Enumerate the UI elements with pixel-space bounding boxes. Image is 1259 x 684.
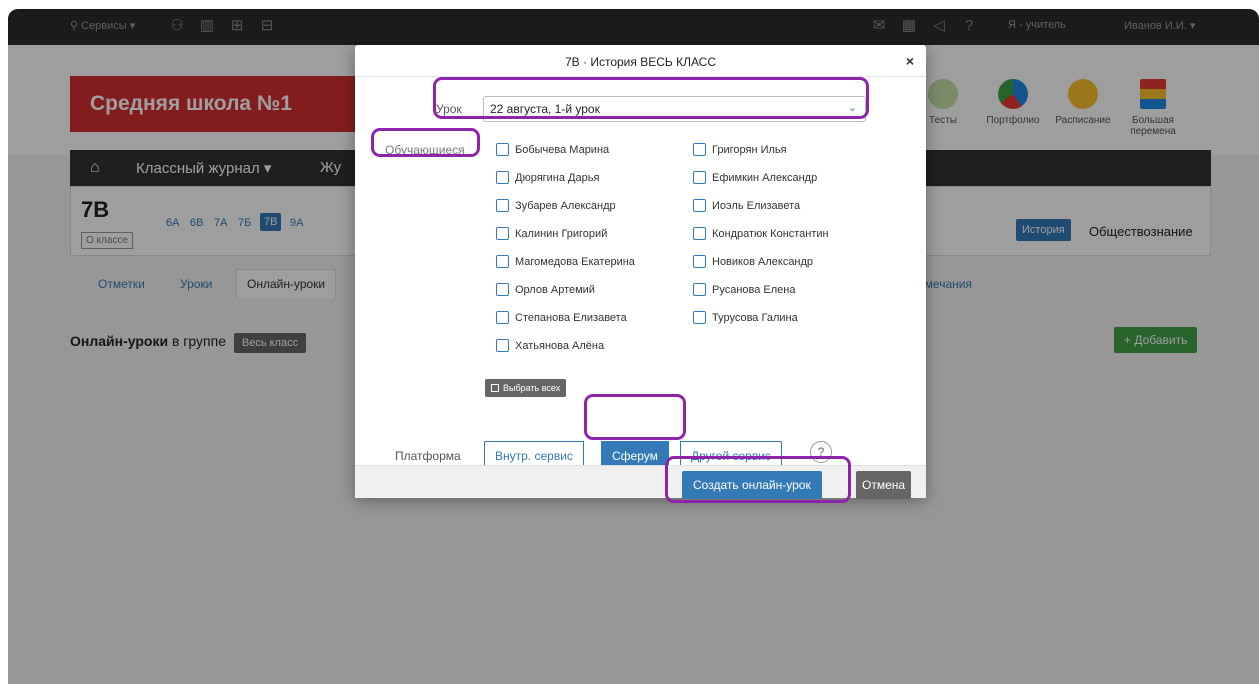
platform-label: Платформа [395, 449, 461, 463]
student-checkbox[interactable]: Кондратюк Константин [693, 227, 829, 240]
student-name: Турусова Галина [712, 312, 798, 324]
student-name: Хатьянова Алёна [515, 340, 605, 352]
checkbox-icon[interactable] [496, 199, 509, 212]
student-name: Кондратюк Константин [712, 228, 829, 240]
student-checkbox[interactable]: Дюрягина Дарья [496, 171, 599, 184]
student-name: Русанова Елена [712, 284, 796, 296]
student-checkbox[interactable]: Зубарев Александр [496, 199, 616, 212]
checkbox-icon[interactable] [693, 227, 706, 240]
student-checkbox[interactable]: Турусова Галина [693, 311, 798, 324]
dialog-title: 7В · История ВЕСЬ КЛАСС [355, 45, 926, 77]
lesson-value: 22 августа, 1-й урок [490, 102, 600, 116]
student-checkbox[interactable]: Калинин Григорий [496, 227, 607, 240]
select-all-label: Выбрать всех [503, 383, 561, 393]
student-name: Иоэль Елизавета [712, 200, 801, 212]
close-icon[interactable]: × [906, 53, 914, 69]
student-checkbox[interactable]: Орлов Артемий [496, 283, 595, 296]
checkbox-icon[interactable] [693, 311, 706, 324]
student-checkbox[interactable]: Григорян Илья [693, 143, 787, 156]
checkbox-icon[interactable] [496, 143, 509, 156]
student-name: Григорян Илья [712, 144, 787, 156]
student-name: Зубарев Александр [515, 200, 616, 212]
checkbox-icon [491, 384, 499, 392]
student-checkbox[interactable]: Ефимкин Александр [693, 171, 817, 184]
select-all-button[interactable]: Выбрать всех [485, 379, 567, 397]
student-checkbox[interactable]: Степанова Елизавета [496, 311, 627, 324]
student-checkbox[interactable]: Магомедова Екатерина [496, 255, 635, 268]
student-name: Бобычева Марина [515, 144, 610, 156]
checkbox-icon[interactable] [693, 143, 706, 156]
create-online-lesson-dialog: 7В · История ВЕСЬ КЛАСС × Урок 22 август… [355, 45, 926, 499]
help-icon[interactable]: ? [810, 441, 832, 463]
student-checkbox[interactable]: Хатьянова Алёна [496, 339, 604, 352]
student-name: Дюрягина Дарья [515, 172, 600, 184]
student-checkbox[interactable]: Бобычева Марина [496, 143, 609, 156]
create-online-lesson-button[interactable]: Создать онлайн-урок [682, 471, 822, 499]
checkbox-icon[interactable] [496, 283, 509, 296]
student-name: Орлов Артемий [515, 284, 595, 296]
checkbox-icon[interactable] [496, 339, 509, 352]
students-label: Обучающиеся [385, 143, 465, 157]
lesson-label: Урок [436, 102, 462, 116]
checkbox-icon[interactable] [496, 255, 509, 268]
student-checkbox[interactable]: Иоэль Елизавета [693, 199, 800, 212]
student-checkbox[interactable]: Русанова Елена [693, 283, 795, 296]
student-name: Степанова Елизавета [515, 312, 627, 324]
student-name: Новиков Александр [712, 256, 814, 268]
chevron-down-icon: ⌄ [847, 102, 857, 114]
dialog-footer [355, 465, 926, 498]
checkbox-icon[interactable] [693, 283, 706, 296]
student-checkbox[interactable]: Новиков Александр [693, 255, 813, 268]
checkbox-icon[interactable] [693, 199, 706, 212]
student-name: Калинин Григорий [515, 228, 608, 240]
lesson-select[interactable]: 22 августа, 1-й урок ⌄ [483, 96, 866, 122]
cancel-button[interactable]: Отмена [856, 471, 912, 499]
checkbox-icon[interactable] [693, 255, 706, 268]
checkbox-icon[interactable] [496, 311, 509, 324]
app-window: ⚲ Сервисы ▾ ⚇ ▥ ⊞ ⊟ ✉ ▦ ◁ ? Я - учитель … [8, 9, 1259, 684]
checkbox-icon[interactable] [693, 171, 706, 184]
student-name: Ефимкин Александр [712, 172, 818, 184]
checkbox-icon[interactable] [496, 227, 509, 240]
student-name: Магомедова Екатерина [515, 256, 635, 268]
checkbox-icon[interactable] [496, 171, 509, 184]
